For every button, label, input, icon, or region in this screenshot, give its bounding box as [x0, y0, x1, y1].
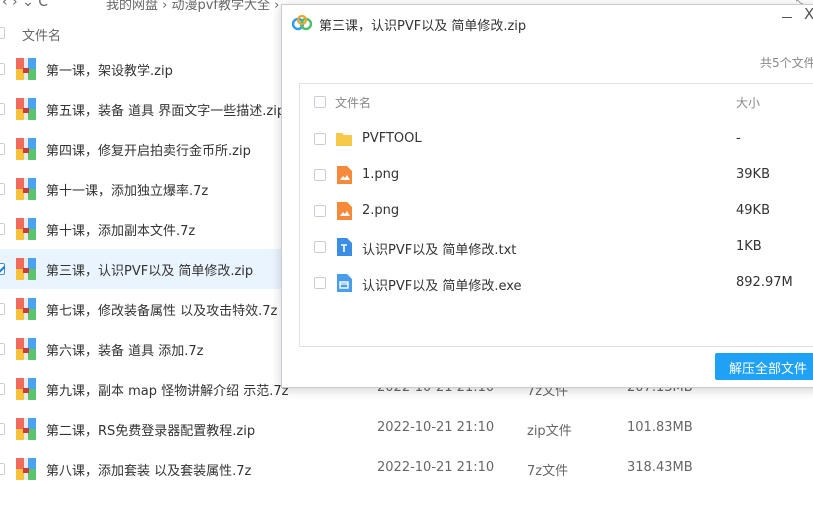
archive-file-table: 文件名 大小 PVFTOOL - 1.png 39KB 2.png 49KB 认识PVF以及… — [299, 83, 813, 347]
dialog-title: 第三课，认识PVF以及 简单修改.zip — [319, 19, 527, 34]
archive-preview-dialog: 第三课，认识PVF以及 简单修改.zip X 共5个文件 文件名 大小 PVFT… — [281, 4, 813, 388]
item-name[interactable]: 1.png — [362, 167, 399, 182]
column-header-name: 文件名 — [335, 96, 372, 110]
zip-archive-icon — [16, 378, 36, 400]
row-checkbox[interactable] — [0, 223, 5, 235]
item-size: 1KB — [736, 239, 762, 254]
baidu-netdisk-logo-icon — [292, 15, 312, 31]
file-name[interactable]: 第一课，架设教学.zip — [46, 60, 173, 79]
row-checkbox[interactable] — [0, 63, 5, 75]
item-checkbox[interactable] — [314, 133, 326, 145]
select-all-checkbox[interactable] — [0, 27, 5, 39]
row-checkbox[interactable] — [0, 343, 5, 355]
file-name[interactable]: 第三课，认识PVF以及 简单修改.zip — [46, 260, 253, 279]
item-checkbox[interactable] — [314, 241, 326, 253]
item-name[interactable]: 认识PVF以及 简单修改.txt — [362, 239, 516, 258]
item-size: 39KB — [736, 167, 770, 182]
row-checkbox[interactable] — [0, 463, 5, 475]
row-checkbox[interactable] — [0, 143, 5, 155]
breadcrumb[interactable]: 我的网盘 › 动漫pvf教学大全 › — [106, 0, 279, 12]
file-row[interactable]: 第八课，添加套装 以及套装属性.7z 2022-10-21 21:10 7z文件 31… — [0, 449, 813, 489]
zip-archive-icon — [16, 178, 36, 200]
file-name[interactable]: 第十课，添加副本文件.7z — [46, 220, 195, 239]
extract-all-button[interactable]: 解压全部文件 — [715, 353, 813, 380]
item-size: - — [736, 131, 741, 146]
item-name[interactable]: 认识PVF以及 简单修改.exe — [362, 275, 522, 294]
file-name[interactable]: 第七课，修改装备属性 以及攻击特效.7z — [46, 300, 277, 319]
file-name[interactable]: 第四课，修复开启拍卖行金币所.zip — [46, 140, 251, 159]
zip-archive-icon — [16, 338, 36, 360]
close-button[interactable]: X — [804, 5, 813, 23]
item-checkbox[interactable] — [314, 277, 326, 289]
column-header-size: 大小 — [736, 96, 761, 110]
nav-buttons[interactable]: ‹ › ⌄ C — [2, 0, 48, 10]
item-size: 892.97M — [736, 275, 793, 290]
zip-archive-icon — [16, 58, 36, 80]
file-count-label: 共5个文件 — [760, 56, 813, 70]
row-checkbox[interactable] — [0, 183, 5, 195]
archive-item-row[interactable]: 2.png 49KB — [300, 193, 813, 229]
file-name[interactable]: 第十一课，添加独立爆率.7z — [46, 180, 208, 199]
dialog-title-bar[interactable]: 第三课，认识PVF以及 简单修改.zip X — [282, 5, 813, 41]
file-name[interactable]: 第二课，RS免费登录器配置教程.zip — [46, 420, 255, 439]
zip-archive-icon — [16, 258, 36, 280]
zip-archive-icon — [16, 298, 36, 320]
image-file-icon — [337, 166, 352, 184]
file-name[interactable]: 第六课，装备 道具 添加.7z — [46, 340, 204, 359]
row-checkbox[interactable] — [0, 263, 5, 275]
zip-archive-icon — [16, 98, 36, 120]
row-checkbox[interactable] — [0, 383, 5, 395]
file-name[interactable]: 第五课，装备 道具 界面文字一些描述.zip — [46, 100, 285, 119]
archive-item-row[interactable]: 认识PVF以及 简单修改.txt 1KB — [300, 229, 813, 265]
folder-icon — [336, 133, 352, 146]
zip-archive-icon — [16, 138, 36, 160]
file-date: 2022-10-21 21:10 — [377, 460, 495, 475]
item-name[interactable]: 2.png — [362, 203, 399, 218]
text-file-icon — [337, 238, 352, 256]
zip-archive-icon — [16, 458, 36, 480]
archive-table-header: 文件名 大小 — [300, 84, 813, 118]
item-size: 49KB — [736, 203, 770, 218]
select-all-archive-checkbox[interactable] — [314, 96, 326, 108]
archive-item-row[interactable]: PVFTOOL - — [300, 121, 813, 157]
image-file-icon — [337, 202, 352, 220]
file-size: 318.43MB — [627, 460, 693, 475]
row-checkbox[interactable] — [0, 423, 5, 435]
item-checkbox[interactable] — [314, 169, 326, 181]
file-name[interactable]: 第八课，添加套装 以及套装属性.7z — [46, 460, 251, 479]
exe-file-icon — [337, 274, 352, 292]
zip-archive-icon — [16, 218, 36, 240]
file-type: zip文件 — [527, 424, 572, 439]
minimize-button[interactable] — [776, 5, 798, 29]
item-name[interactable]: PVFTOOL — [362, 131, 422, 146]
file-date: 2022-10-21 21:10 — [377, 420, 495, 435]
column-header-name[interactable]: 文件名 — [22, 25, 61, 44]
row-checkbox[interactable] — [0, 303, 5, 315]
app-window: ‹ › ⌄ C 我的网盘 › 动漫pvf教学大全 › ⤡ 文件名 第一课，架设教… — [0, 0, 813, 531]
file-row[interactable]: 第二课，RS免费登录器配置教程.zip 2022-10-21 21:10 zip文件… — [0, 409, 813, 449]
archive-item-row[interactable]: 认识PVF以及 简单修改.exe 892.97M — [300, 265, 813, 301]
file-type: 7z文件 — [527, 464, 569, 479]
archive-item-row[interactable]: 1.png 39KB — [300, 157, 813, 193]
item-checkbox[interactable] — [314, 205, 326, 217]
file-size: 101.83MB — [627, 420, 693, 435]
row-checkbox[interactable] — [0, 103, 5, 115]
zip-archive-icon — [16, 418, 36, 440]
file-name[interactable]: 第九课，副本 map 怪物讲解介绍 示范.7z — [46, 380, 289, 399]
